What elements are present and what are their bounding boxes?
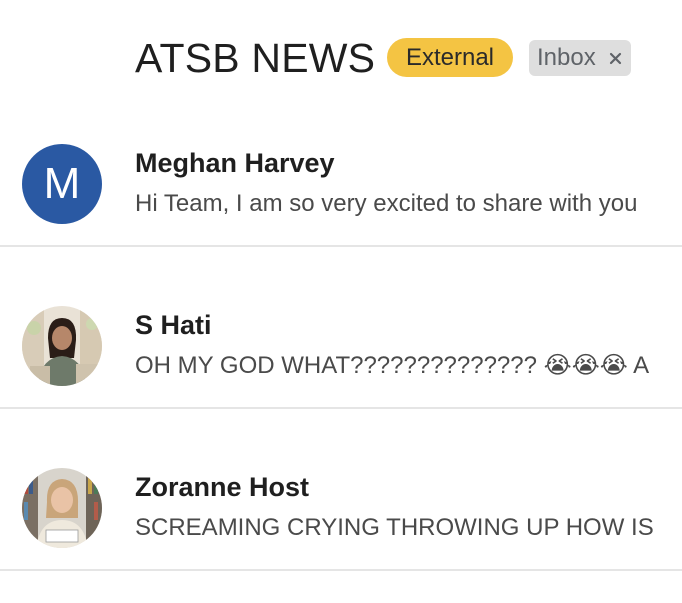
divider [0, 407, 682, 409]
close-icon[interactable] [605, 40, 625, 76]
email-header: ATSB NEWS External Inbox [0, 0, 682, 118]
email-subject-title: ATSB NEWS [135, 35, 376, 81]
thread-sender: Zoranne Host [135, 472, 310, 502]
divider [0, 569, 682, 571]
thread-sender: Meghan Harvey [135, 148, 335, 178]
label-chip-inbox[interactable]: Inbox [529, 40, 631, 76]
thread-item[interactable]: S Hati OH MY GOD WHAT?????????????? 😭😭😭 … [0, 280, 682, 441]
label-chip-inbox-text: Inbox [537, 44, 596, 71]
label-chip-external[interactable]: External [387, 38, 513, 77]
thread-snippet: Hi Team, I am so very excited to share w… [135, 190, 638, 217]
avatar: M [22, 144, 102, 224]
thread-snippet: OH MY GOD WHAT?????????????? 😭😭😭 A [135, 352, 650, 379]
person-photo-icon [22, 468, 102, 548]
divider [0, 245, 682, 247]
thread-snippet: SCREAMING CRYING THROWING UP HOW IS [135, 514, 654, 541]
thread-item[interactable]: M Meghan Harvey Hi Team, I am so very ex… [0, 118, 682, 279]
thread-sender: S Hati [135, 310, 212, 340]
person-photo-icon [22, 306, 102, 386]
thread-item[interactable]: Zoranne Host SCREAMING CRYING THROWING U… [0, 442, 682, 603]
